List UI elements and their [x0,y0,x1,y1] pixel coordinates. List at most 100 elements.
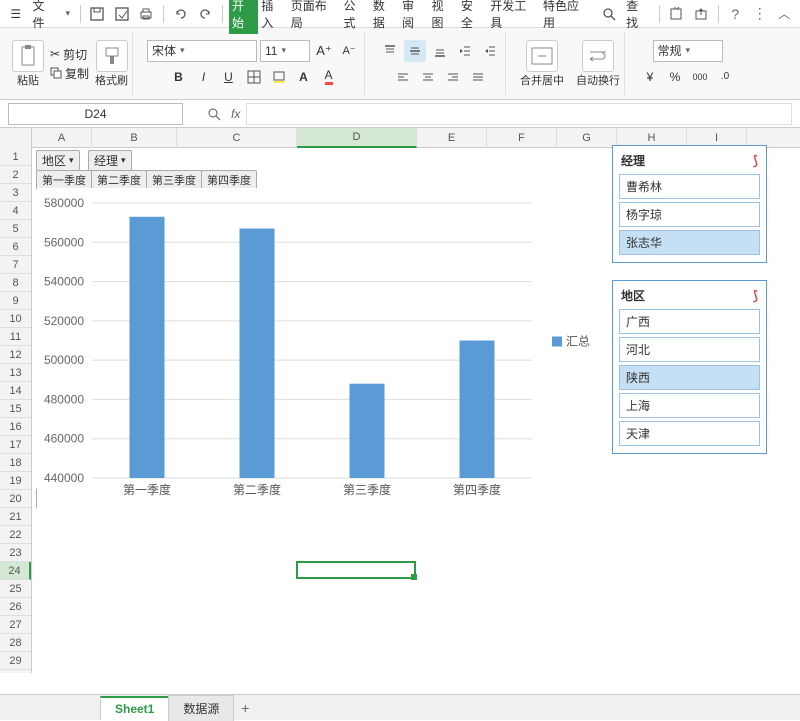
fill-color-button[interactable] [268,66,290,88]
row-header[interactable]: 8 [0,274,31,292]
cut-button[interactable]: ✂剪切 [50,46,89,63]
pivot-quarter-button[interactable]: 第一季度 [36,170,92,190]
merge-center-button[interactable] [526,40,558,72]
sheet-tab-active[interactable]: Sheet1 [100,696,169,720]
tab-5[interactable]: 审阅 [399,0,428,34]
row-header[interactable]: 18 [0,454,31,472]
number-format-combo[interactable]: 常规▾ [653,40,723,62]
name-box[interactable]: D24 [8,103,183,125]
row-header[interactable]: 27 [0,616,31,634]
slicer-manager-item[interactable]: 曹希林 [619,174,760,199]
pivot-quarter-button[interactable]: 第三季度 [146,170,202,190]
row-header[interactable]: 1 [0,148,31,166]
add-sheet-button[interactable]: + [233,700,257,716]
more-icon[interactable]: ⋮ [749,3,770,25]
tab-4[interactable]: 数据 [370,0,399,34]
undo-icon[interactable] [170,3,191,25]
slicer-region-item[interactable]: 陕西 [619,365,760,390]
redo-icon[interactable] [195,3,216,25]
copy-button[interactable]: 复制 [50,65,89,82]
row-header[interactable]: 13 [0,364,31,382]
print-icon[interactable] [136,3,157,25]
row-header[interactable]: 19 [0,472,31,490]
align-bottom-button[interactable] [429,40,451,62]
percent-button[interactable]: % [664,66,686,88]
align-left-button[interactable] [392,66,414,88]
col-header[interactable]: B [92,128,177,148]
col-header[interactable]: E [417,128,487,148]
tab-6[interactable]: 视图 [429,0,458,34]
currency-button[interactable]: ¥ [639,66,661,88]
slicer-region-item[interactable]: 广西 [619,309,760,334]
sheet-tab-datasource[interactable]: 数据源 [168,695,234,721]
row-header[interactable]: 21 [0,508,31,526]
tab-7[interactable]: 安全 [458,0,487,34]
row-header[interactable]: 16 [0,418,31,436]
col-header[interactable]: C [177,128,297,148]
tab-3[interactable]: 公式 [340,0,369,34]
row-header[interactable]: 15 [0,400,31,418]
tab-9[interactable]: 特色应用 [540,0,593,34]
row-header[interactable]: 7 [0,256,31,274]
tab-1[interactable]: 插入 [258,0,287,34]
save-icon[interactable] [87,3,108,25]
slicer-region-item[interactable]: 天津 [619,421,760,446]
clear-filter-icon[interactable]: ⟆ [753,153,758,169]
align-right-button[interactable] [442,66,464,88]
row-header[interactable]: 17 [0,436,31,454]
pivot-manager-button[interactable]: 经理▾ [88,150,132,171]
fx-icon[interactable]: fx [231,107,240,121]
border-button[interactable] [243,66,265,88]
tab-8[interactable]: 开发工具 [487,0,540,34]
row-header[interactable]: 28 [0,634,31,652]
slicer-region-item[interactable]: 上海 [619,393,760,418]
row-header[interactable]: 4 [0,202,31,220]
pivot-chart[interactable]: 4400004600004800005000005200005400005600… [37,188,610,538]
pivot-quarter-button[interactable]: 第四季度 [201,170,257,190]
share-icon[interactable] [666,3,687,25]
slicer-manager-item[interactable]: 张志华 [619,230,760,255]
row-header[interactable]: 9 [0,292,31,310]
row-header[interactable]: 3 [0,184,31,202]
pivot-region-button[interactable]: 地区▾ [36,150,80,171]
justify-button[interactable] [467,66,489,88]
row-header[interactable]: 2 [0,166,31,184]
fill-handle[interactable] [411,574,417,580]
bold-button[interactable]: B [168,66,190,88]
align-top-button[interactable] [379,40,401,62]
row-header[interactable]: 20 [0,490,31,508]
format-painter-button[interactable] [96,40,128,72]
col-header[interactable]: F [487,128,557,148]
file-dropdown-icon[interactable]: ▾ [62,3,74,25]
align-center-button[interactable] [417,66,439,88]
row-header[interactable]: 14 [0,382,31,400]
save-as-icon[interactable] [111,3,132,25]
wrap-text-button[interactable] [582,40,614,72]
font-name-combo[interactable]: 宋体▾ [147,40,257,62]
row-header[interactable]: 29 [0,652,31,670]
help-icon[interactable]: ? [725,3,746,25]
paste-button[interactable] [12,40,44,72]
clear-filter-icon[interactable]: ⟆ [753,288,758,304]
row-header[interactable]: 25 [0,580,31,598]
export-icon[interactable] [690,3,711,25]
tab-0[interactable]: 开始 [229,0,258,34]
collapse-ribbon-icon[interactable]: ︿ [773,3,794,25]
row-header[interactable]: 10 [0,310,31,328]
increase-indent-button[interactable] [479,40,501,62]
row-header[interactable]: 23 [0,544,31,562]
search-icon[interactable] [599,3,620,25]
row-header[interactable]: 11 [0,328,31,346]
tab-2[interactable]: 页面布局 [288,0,341,34]
file-menu[interactable]: 文件 [29,0,58,34]
col-header[interactable]: G [557,128,617,148]
slicer-region-item[interactable]: 河北 [619,337,760,362]
row-header[interactable]: 5 [0,220,31,238]
italic-button[interactable]: I [193,66,215,88]
row-header[interactable]: 24 [0,562,31,580]
font-size-combo[interactable]: 11▾ [260,40,310,62]
pivot-quarter-button[interactable]: 第二季度 [91,170,147,190]
col-header[interactable]: D [297,128,417,148]
decrease-decimal-button[interactable]: .0 [714,66,736,88]
formula-input[interactable] [246,103,792,125]
